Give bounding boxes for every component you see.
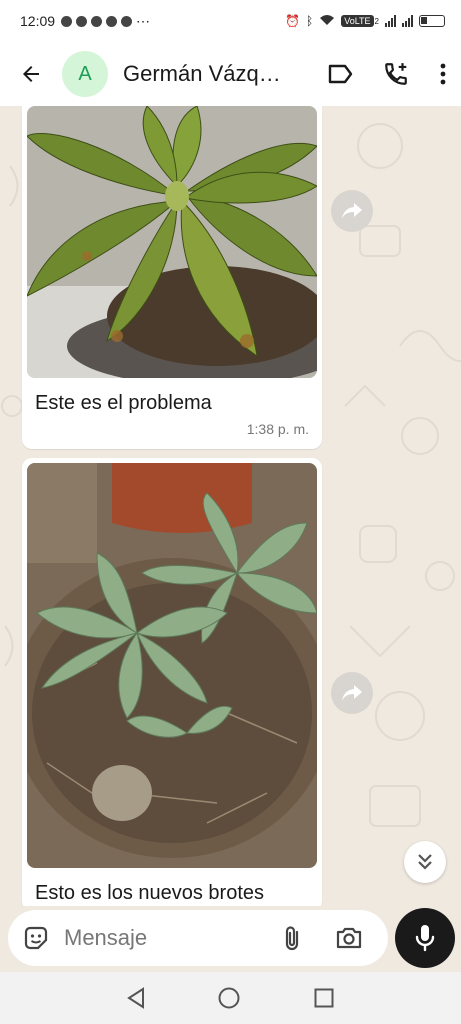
- message-photo[interactable]: [27, 463, 317, 868]
- status-bar-left: 12:09 ⋯: [20, 13, 150, 30]
- nav-recents-button[interactable]: [313, 987, 335, 1009]
- label-icon: [328, 64, 353, 84]
- forward-icon: [342, 685, 362, 701]
- circle-home-icon: [218, 987, 240, 1009]
- forward-button[interactable]: [331, 672, 373, 714]
- notification-icon: [91, 15, 103, 27]
- voice-message-button[interactable]: [395, 908, 455, 968]
- camera-button[interactable]: [335, 925, 363, 951]
- menu-button[interactable]: [439, 62, 447, 86]
- forward-button[interactable]: [331, 190, 373, 232]
- sticker-icon: [24, 926, 48, 950]
- bluetooth-icon: ᛒ: [305, 14, 314, 28]
- triangle-back-icon: [126, 987, 144, 1009]
- signal-icon: [402, 15, 413, 27]
- message-caption: Este es el problema: [35, 392, 212, 414]
- message-photo[interactable]: [27, 106, 317, 378]
- nav-home-button[interactable]: [217, 986, 241, 1010]
- volte-sim: 2: [374, 16, 379, 26]
- avatar-letter: A: [78, 62, 92, 85]
- message-input-container: [8, 910, 388, 966]
- chat-area[interactable]: Este es el problema 1:38 p. m. Esto es l…: [0, 106, 461, 906]
- volte-badge: VoLTE: [341, 15, 374, 27]
- attach-button[interactable]: [281, 924, 303, 952]
- notification-icons: ⋯: [61, 13, 150, 30]
- message-bubble[interactable]: Este es el problema 1:38 p. m.: [22, 106, 322, 449]
- notification-icon: [76, 15, 88, 27]
- message-input[interactable]: [64, 925, 269, 951]
- more-notifications-icon: ⋯: [136, 12, 151, 29]
- forward-icon: [342, 203, 362, 219]
- clock: 12:09: [20, 13, 56, 29]
- double-chevron-down-icon: [418, 854, 432, 870]
- signal-icon: [385, 15, 396, 27]
- notification-icon: [121, 15, 133, 27]
- add-call-button[interactable]: [383, 61, 409, 87]
- camera-icon: [336, 927, 362, 949]
- sticker-button[interactable]: [22, 924, 50, 952]
- label-button[interactable]: [327, 63, 353, 85]
- composer: [0, 906, 461, 972]
- message-caption: Esto es los nuevos brotes: [35, 882, 265, 904]
- scroll-to-bottom-button[interactable]: [404, 841, 446, 883]
- header-actions: [327, 42, 447, 106]
- paperclip-icon: [285, 926, 299, 951]
- contact-avatar[interactable]: A: [62, 51, 108, 97]
- back-button[interactable]: [0, 62, 62, 86]
- arrow-left-icon: [23, 66, 39, 82]
- notification-icon: [106, 15, 118, 27]
- more-vert-icon: [440, 63, 446, 85]
- status-bar-right: ⏰ ᛒ VoLTE 2: [285, 14, 445, 29]
- message-bubble[interactable]: Esto es los nuevos brotes: [22, 458, 322, 906]
- nav-back-button[interactable]: [126, 987, 146, 1009]
- notification-icon: [61, 15, 73, 27]
- chat-header: A Germán Vázquez: [0, 42, 461, 106]
- system-navigation-bar: [0, 972, 461, 1024]
- message-time: 1:38 p. m.: [246, 421, 309, 437]
- contact-name[interactable]: Germán Vázquez: [123, 61, 283, 87]
- alarm-icon: ⏰: [285, 14, 300, 28]
- status-bar: 12:09 ⋯ ⏰ ᛒ VoLTE 2: [0, 0, 461, 42]
- square-recents-icon: [314, 988, 334, 1008]
- add-call-icon: [385, 63, 407, 85]
- wifi-icon: [319, 14, 335, 29]
- microphone-icon: [415, 925, 435, 952]
- battery-icon: [419, 15, 445, 27]
